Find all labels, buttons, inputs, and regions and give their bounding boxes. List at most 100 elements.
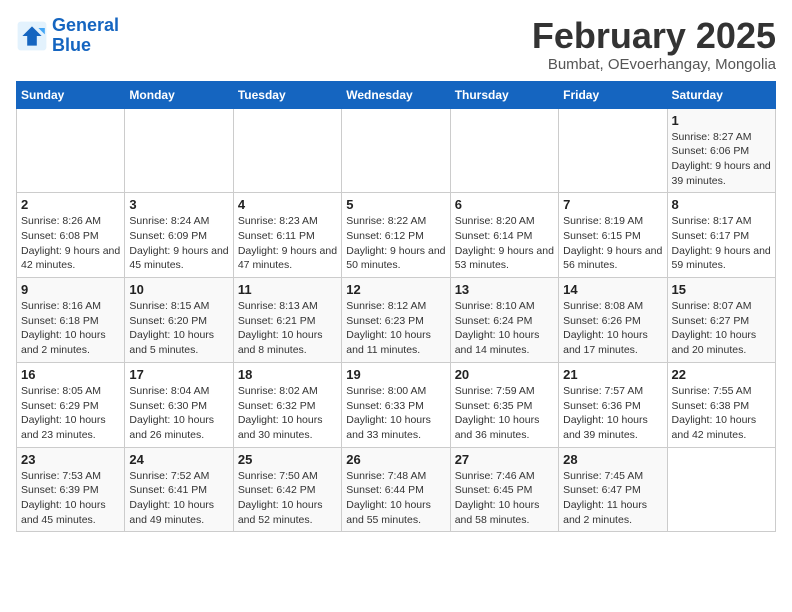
day-cell: 18 Sunrise: 8:02 AM Sunset: 6:32 PM Dayli… bbox=[233, 362, 341, 447]
day-info: Sunrise: 8:16 AM Sunset: 6:18 PM Dayligh… bbox=[21, 299, 120, 358]
day-cell: 17 Sunrise: 8:04 AM Sunset: 6:30 PM Dayli… bbox=[125, 362, 233, 447]
day-cell: 5 Sunrise: 8:22 AM Sunset: 6:12 PM Daylig… bbox=[342, 193, 450, 278]
day-cell: 4 Sunrise: 8:23 AM Sunset: 6:11 PM Daylig… bbox=[233, 193, 341, 278]
day-info: Sunrise: 7:59 AM Sunset: 6:35 PM Dayligh… bbox=[455, 384, 554, 443]
day-info: Sunrise: 8:13 AM Sunset: 6:21 PM Dayligh… bbox=[238, 299, 337, 358]
day-info: Sunrise: 8:12 AM Sunset: 6:23 PM Dayligh… bbox=[346, 299, 445, 358]
week-row-3: 16 Sunrise: 8:05 AM Sunset: 6:29 PM Dayli… bbox=[17, 362, 776, 447]
day-info: Sunrise: 8:04 AM Sunset: 6:30 PM Dayligh… bbox=[129, 384, 228, 443]
day-number: 22 bbox=[672, 367, 771, 382]
week-row-2: 9 Sunrise: 8:16 AM Sunset: 6:18 PM Daylig… bbox=[17, 278, 776, 363]
day-number: 23 bbox=[21, 452, 120, 467]
day-number: 9 bbox=[21, 282, 120, 297]
day-number: 17 bbox=[129, 367, 228, 382]
day-cell: 19Sunrise: 8:00 AM Sunset: 6:33 PM Dayli… bbox=[342, 362, 450, 447]
logo-icon bbox=[16, 20, 48, 52]
day-cell: 13 Sunrise: 8:10 AM Sunset: 6:24 PM Dayli… bbox=[450, 278, 558, 363]
day-info: Sunrise: 7:53 AM Sunset: 6:39 PM Dayligh… bbox=[21, 469, 120, 528]
day-info: Sunrise: 8:17 AM Sunset: 6:17 PM Dayligh… bbox=[672, 214, 771, 273]
day-cell bbox=[125, 108, 233, 193]
day-cell bbox=[233, 108, 341, 193]
day-info: Sunrise: 8:22 AM Sunset: 6:12 PM Dayligh… bbox=[346, 214, 445, 273]
day-number: 1 bbox=[672, 113, 771, 128]
day-cell bbox=[450, 108, 558, 193]
header-day-saturday: Saturday bbox=[667, 81, 775, 108]
day-cell: 24 Sunrise: 7:52 AM Sunset: 6:41 PM Dayli… bbox=[125, 447, 233, 532]
day-info: Sunrise: 7:55 AM Sunset: 6:38 PM Dayligh… bbox=[672, 384, 771, 443]
day-number: 2 bbox=[21, 197, 120, 212]
day-info: Sunrise: 7:46 AM Sunset: 6:45 PM Dayligh… bbox=[455, 469, 554, 528]
calendar-header: SundayMondayTuesdayWednesdayThursdayFrid… bbox=[17, 81, 776, 108]
day-cell: 14Sunrise: 8:08 AM Sunset: 6:26 PM Dayli… bbox=[559, 278, 667, 363]
header-day-friday: Friday bbox=[559, 81, 667, 108]
day-info: Sunrise: 8:02 AM Sunset: 6:32 PM Dayligh… bbox=[238, 384, 337, 443]
day-cell: 25 Sunrise: 7:50 AM Sunset: 6:42 PM Dayli… bbox=[233, 447, 341, 532]
day-info: Sunrise: 7:50 AM Sunset: 6:42 PM Dayligh… bbox=[238, 469, 337, 528]
day-info: Sunrise: 8:15 AM Sunset: 6:20 PM Dayligh… bbox=[129, 299, 228, 358]
logo: General Blue bbox=[16, 16, 119, 56]
day-info: Sunrise: 8:24 AM Sunset: 6:09 PM Dayligh… bbox=[129, 214, 228, 273]
day-info: Sunrise: 7:45 AM Sunset: 6:47 PM Dayligh… bbox=[563, 469, 662, 528]
day-info: Sunrise: 8:07 AM Sunset: 6:27 PM Dayligh… bbox=[672, 299, 771, 358]
day-info: Sunrise: 7:52 AM Sunset: 6:41 PM Dayligh… bbox=[129, 469, 228, 528]
day-cell: 27 Sunrise: 7:46 AM Sunset: 6:45 PM Dayli… bbox=[450, 447, 558, 532]
day-cell: 9 Sunrise: 8:16 AM Sunset: 6:18 PM Daylig… bbox=[17, 278, 125, 363]
day-number: 18 bbox=[238, 367, 337, 382]
header-day-sunday: Sunday bbox=[17, 81, 125, 108]
day-number: 3 bbox=[129, 197, 228, 212]
header-day-wednesday: Wednesday bbox=[342, 81, 450, 108]
day-cell: 26 Sunrise: 7:48 AM Sunset: 6:44 PM Dayli… bbox=[342, 447, 450, 532]
day-number: 20 bbox=[455, 367, 554, 382]
day-number: 21 bbox=[563, 367, 662, 382]
day-cell: 6Sunrise: 8:20 AM Sunset: 6:14 PM Daylig… bbox=[450, 193, 558, 278]
day-cell: 10 Sunrise: 8:15 AM Sunset: 6:20 PM Dayli… bbox=[125, 278, 233, 363]
day-number: 24 bbox=[129, 452, 228, 467]
day-number: 19 bbox=[346, 367, 445, 382]
day-cell bbox=[559, 108, 667, 193]
day-cell bbox=[342, 108, 450, 193]
day-cell: 2Sunrise: 8:26 AM Sunset: 6:08 PM Daylig… bbox=[17, 193, 125, 278]
day-number: 25 bbox=[238, 452, 337, 467]
day-number: 12 bbox=[346, 282, 445, 297]
day-cell: 11 Sunrise: 8:13 AM Sunset: 6:21 PM Dayli… bbox=[233, 278, 341, 363]
day-info: Sunrise: 8:27 AM Sunset: 6:06 PM Dayligh… bbox=[672, 130, 771, 189]
day-number: 6 bbox=[455, 197, 554, 212]
day-number: 27 bbox=[455, 452, 554, 467]
day-cell: 23 Sunrise: 7:53 AM Sunset: 6:39 PM Dayli… bbox=[17, 447, 125, 532]
day-number: 4 bbox=[238, 197, 337, 212]
day-info: Sunrise: 8:10 AM Sunset: 6:24 PM Dayligh… bbox=[455, 299, 554, 358]
calendar-body: 1 Sunrise: 8:27 AM Sunset: 6:06 PM Daylig… bbox=[17, 108, 776, 532]
day-cell: 20 Sunrise: 7:59 AM Sunset: 6:35 PM Dayli… bbox=[450, 362, 558, 447]
header-row: SundayMondayTuesdayWednesdayThursdayFrid… bbox=[17, 81, 776, 108]
day-number: 26 bbox=[346, 452, 445, 467]
day-cell: 28Sunrise: 7:45 AM Sunset: 6:47 PM Dayli… bbox=[559, 447, 667, 532]
day-cell: 7Sunrise: 8:19 AM Sunset: 6:15 PM Daylig… bbox=[559, 193, 667, 278]
day-number: 5 bbox=[346, 197, 445, 212]
day-info: Sunrise: 8:05 AM Sunset: 6:29 PM Dayligh… bbox=[21, 384, 120, 443]
day-cell: 15 Sunrise: 8:07 AM Sunset: 6:27 PM Dayli… bbox=[667, 278, 775, 363]
day-cell: 3 Sunrise: 8:24 AM Sunset: 6:09 PM Daylig… bbox=[125, 193, 233, 278]
day-number: 8 bbox=[672, 197, 771, 212]
day-number: 16 bbox=[21, 367, 120, 382]
day-number: 10 bbox=[129, 282, 228, 297]
day-cell: 12 Sunrise: 8:12 AM Sunset: 6:23 PM Dayli… bbox=[342, 278, 450, 363]
day-cell: 21Sunrise: 7:57 AM Sunset: 6:36 PM Dayli… bbox=[559, 362, 667, 447]
day-cell bbox=[667, 447, 775, 532]
day-cell: 16 Sunrise: 8:05 AM Sunset: 6:29 PM Dayli… bbox=[17, 362, 125, 447]
header-day-thursday: Thursday bbox=[450, 81, 558, 108]
header-day-tuesday: Tuesday bbox=[233, 81, 341, 108]
day-number: 11 bbox=[238, 282, 337, 297]
calendar-subtitle: Bumbat, OEvoerhangay, Mongolia bbox=[532, 56, 776, 73]
logo-text: General Blue bbox=[52, 16, 119, 56]
day-cell: 22 Sunrise: 7:55 AM Sunset: 6:38 PM Dayli… bbox=[667, 362, 775, 447]
day-number: 14 bbox=[563, 282, 662, 297]
page-header: General Blue February 2025 Bumbat, OEvoe… bbox=[16, 16, 776, 73]
header-day-monday: Monday bbox=[125, 81, 233, 108]
day-info: Sunrise: 8:23 AM Sunset: 6:11 PM Dayligh… bbox=[238, 214, 337, 273]
day-number: 13 bbox=[455, 282, 554, 297]
day-number: 15 bbox=[672, 282, 771, 297]
title-block: February 2025 Bumbat, OEvoerhangay, Mong… bbox=[532, 16, 776, 73]
day-cell bbox=[17, 108, 125, 193]
calendar-title: February 2025 bbox=[532, 16, 776, 56]
day-info: Sunrise: 7:48 AM Sunset: 6:44 PM Dayligh… bbox=[346, 469, 445, 528]
